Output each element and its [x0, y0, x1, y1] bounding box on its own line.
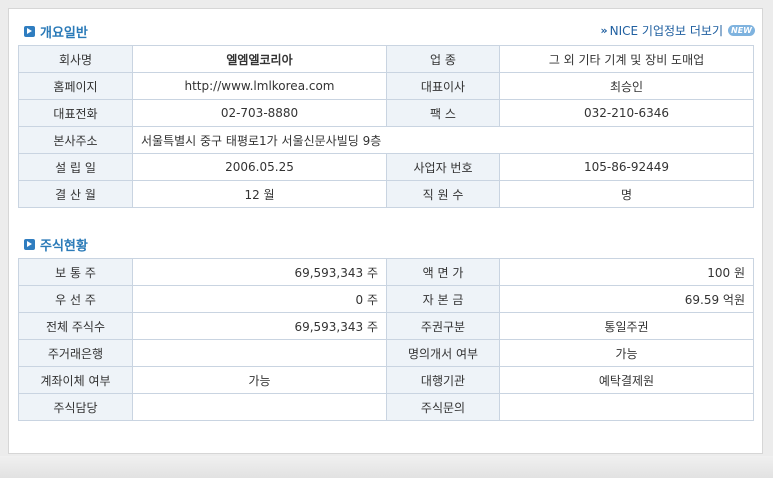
certificate-type-label: 주권구분	[386, 312, 500, 340]
stock-contact-label: 주식담당	[18, 393, 133, 421]
ceo-value: 최승인	[499, 72, 754, 100]
table-row: 결 산 월 12 월 직 원 수 명	[18, 180, 754, 208]
phone-label: 대표전화	[18, 99, 133, 127]
fax-label: 팩 스	[386, 99, 500, 127]
employees-value: 명	[499, 180, 754, 208]
table-row: 주거래은행 명의개서 여부 가능	[18, 339, 754, 367]
table-row: 보 통 주 69,593,343 주 액 면 가 100 원	[18, 258, 754, 286]
homepage-link[interactable]: http://www.lmlkorea.com	[132, 72, 387, 100]
overview-table: 회사명 엘엠엘코리아 업 종 그 외 기타 기계 및 장비 도매업 홈페이지 h…	[18, 45, 754, 208]
stock-contact-value	[132, 393, 387, 421]
account-transfer-value: 가능	[132, 366, 387, 394]
table-row: 주식담당 주식문의	[18, 393, 754, 421]
table-row: 회사명 엘엠엘코리아 업 종 그 외 기타 기계 및 장비 도매업	[18, 45, 754, 73]
common-shares-label: 보 통 주	[18, 258, 133, 286]
stock-section-title: 주식현황	[24, 235, 88, 254]
stock-inquiry-label: 주식문의	[386, 393, 500, 421]
preferred-shares-label: 우 선 주	[18, 285, 133, 313]
capital-value: 69.59 억원	[499, 285, 754, 313]
nice-more-link[interactable]: » NICE 기업정보 더보기 NEW	[601, 22, 755, 39]
bottom-shade	[0, 456, 773, 478]
preferred-shares-value: 0 주	[132, 285, 387, 313]
industry-value: 그 외 기타 기계 및 장비 도매업	[499, 45, 754, 73]
main-bank-value	[132, 339, 387, 367]
overview-section-title: 개요일반	[24, 22, 88, 41]
business-number-value: 105-86-92449	[499, 153, 754, 181]
business-number-label: 사업자 번호	[386, 153, 500, 181]
transfer-registration-label: 명의개서 여부	[386, 339, 500, 367]
section-arrow-icon	[24, 26, 35, 37]
transfer-agent-label: 대행기관	[386, 366, 500, 394]
founded-label: 설 립 일	[18, 153, 133, 181]
phone-value: 02-703-8880	[132, 99, 387, 127]
total-shares-label: 전체 주식수	[18, 312, 133, 340]
overview-title-text: 개요일반	[40, 26, 88, 41]
table-row: 홈페이지 http://www.lmlkorea.com 대표이사 최승인	[18, 72, 754, 100]
account-transfer-label: 계좌이체 여부	[18, 366, 133, 394]
table-row: 계좌이체 여부 가능 대행기관 예탁결제원	[18, 366, 754, 394]
address-value: 서울특별시 중구 태평로1가 서울신문사빌딩 9층	[132, 126, 754, 154]
certificate-type-value: 통일주권	[499, 312, 754, 340]
more-link-text[interactable]: NICE 기업정보 더보기	[610, 22, 723, 39]
total-shares-value: 69,593,343 주	[132, 312, 387, 340]
table-row: 대표전화 02-703-8880 팩 스 032-210-6346	[18, 99, 754, 127]
table-row: 본사주소 서울특별시 중구 태평로1가 서울신문사빌딩 9층	[18, 126, 754, 154]
section-arrow-icon	[24, 239, 35, 250]
company-name-value: 엘엠엘코리아	[132, 45, 387, 73]
founded-value: 2006.05.25	[132, 153, 387, 181]
industry-label: 업 종	[386, 45, 500, 73]
table-row: 전체 주식수 69,593,343 주 주권구분 통일주권	[18, 312, 754, 340]
table-row: 설 립 일 2006.05.25 사업자 번호 105-86-92449	[18, 153, 754, 181]
capital-label: 자 본 금	[386, 285, 500, 313]
common-shares-value: 69,593,343 주	[132, 258, 387, 286]
stock-table: 보 통 주 69,593,343 주 액 면 가 100 원 우 선 주 0 주…	[18, 258, 754, 421]
transfer-agent-value: 예탁결제원	[499, 366, 754, 394]
fiscal-month-label: 결 산 월	[18, 180, 133, 208]
fax-value: 032-210-6346	[499, 99, 754, 127]
stock-inquiry-value	[499, 393, 754, 421]
main-bank-label: 주거래은행	[18, 339, 133, 367]
fiscal-month-value: 12 월	[132, 180, 387, 208]
ceo-label: 대표이사	[386, 72, 500, 100]
company-name-label: 회사명	[18, 45, 133, 73]
homepage-label: 홈페이지	[18, 72, 133, 100]
stock-title-text: 주식현황	[40, 239, 88, 254]
transfer-registration-value: 가능	[499, 339, 754, 367]
new-badge: NEW	[728, 25, 755, 36]
double-chevron-icon: »	[600, 24, 608, 37]
address-label: 본사주소	[18, 126, 133, 154]
table-row: 우 선 주 0 주 자 본 금 69.59 억원	[18, 285, 754, 313]
par-value-label: 액 면 가	[386, 258, 500, 286]
par-value-value: 100 원	[499, 258, 754, 286]
employees-label: 직 원 수	[386, 180, 500, 208]
